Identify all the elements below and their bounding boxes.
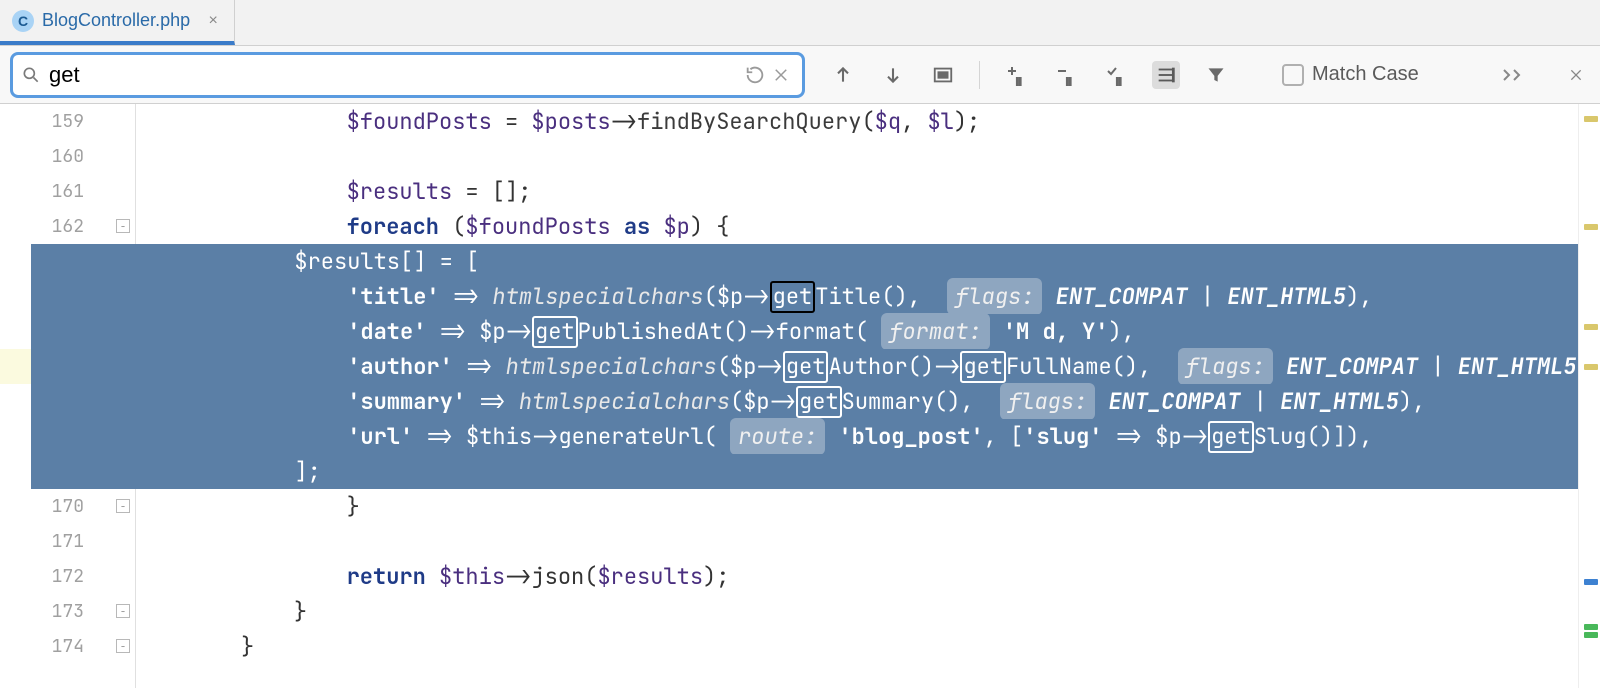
line-number: 159 bbox=[0, 104, 84, 139]
code-line[interactable]: 'date' => $p->getPublishedAt()->format( … bbox=[31, 314, 1578, 349]
in-selection-toggle[interactable] bbox=[1152, 61, 1180, 89]
stripe-marker[interactable] bbox=[1584, 116, 1598, 122]
line-number: 160 bbox=[0, 139, 84, 174]
code-line[interactable]: $results[] = [ bbox=[31, 244, 1578, 279]
code-line[interactable]: 'author' => htmlspecialchars($p->getAuth… bbox=[31, 349, 1578, 384]
tab-bar: C BlogController.php × bbox=[0, 0, 1600, 46]
stripe-marker[interactable] bbox=[1584, 224, 1598, 230]
code-line[interactable]: return $this->json($results); bbox=[136, 559, 1578, 594]
line-number: 170 bbox=[0, 489, 84, 524]
line-number: 172 bbox=[0, 559, 84, 594]
line-number: 162 bbox=[0, 209, 84, 244]
find-bar: II II II Match Case bbox=[0, 46, 1600, 104]
search-match: get bbox=[770, 281, 816, 313]
select-all-button[interactable]: II bbox=[1102, 61, 1130, 89]
match-case-checkbox[interactable] bbox=[1282, 64, 1304, 86]
line-number: 173 bbox=[0, 594, 84, 629]
svg-text:II: II bbox=[1016, 77, 1022, 87]
code-area[interactable]: $foundPosts = $posts->findBySearchQuery(… bbox=[136, 104, 1578, 688]
prev-match-button[interactable] bbox=[829, 61, 857, 89]
editor-tab[interactable]: C BlogController.php × bbox=[0, 0, 235, 45]
fold-toggle-icon[interactable]: − bbox=[116, 639, 130, 653]
line-number: 174 bbox=[0, 629, 84, 664]
code-line[interactable]: $foundPosts = $posts->findBySearchQuery(… bbox=[136, 104, 1578, 139]
stripe-marker[interactable] bbox=[1584, 364, 1598, 370]
code-line[interactable]: $results = []; bbox=[136, 174, 1578, 209]
stripe-marker[interactable] bbox=[1584, 632, 1598, 638]
select-all-occurrences-button[interactable] bbox=[929, 61, 957, 89]
stripe-marker[interactable] bbox=[1584, 624, 1598, 630]
fold-toggle-icon[interactable]: − bbox=[116, 219, 130, 233]
search-match: get bbox=[796, 386, 842, 418]
code-line[interactable] bbox=[136, 139, 1578, 174]
code-line[interactable]: 'summary' => htmlspecialchars($p->getSum… bbox=[31, 384, 1578, 419]
fold-toggle-icon[interactable]: − bbox=[116, 604, 130, 618]
fold-toggle-icon[interactable]: − bbox=[116, 499, 130, 513]
code-line[interactable]: 'title' => htmlspecialchars($p->getTitle… bbox=[31, 279, 1578, 314]
search-match: get bbox=[783, 351, 829, 383]
tab-label: BlogController.php bbox=[42, 10, 190, 31]
search-match: get bbox=[960, 351, 1006, 383]
search-match: get bbox=[1208, 421, 1254, 453]
match-case-label: Match Case bbox=[1312, 63, 1419, 86]
find-input[interactable] bbox=[49, 62, 742, 88]
search-icon[interactable] bbox=[21, 65, 41, 85]
line-number: 161 bbox=[0, 174, 84, 209]
svg-text:II: II bbox=[1116, 77, 1122, 87]
php-file-icon: C bbox=[12, 10, 34, 32]
add-selection-button[interactable]: II bbox=[1002, 61, 1030, 89]
more-options-button[interactable] bbox=[1500, 61, 1528, 89]
close-findbar-button[interactable] bbox=[1568, 67, 1584, 83]
code-line[interactable]: ]; bbox=[31, 454, 1578, 489]
code-line[interactable]: foreach ($foundPosts as $p) { bbox=[136, 209, 1578, 244]
code-line[interactable]: } bbox=[136, 629, 1578, 664]
match-case-option[interactable]: Match Case bbox=[1282, 63, 1419, 86]
svg-text:II: II bbox=[1066, 77, 1072, 87]
search-match: get bbox=[532, 316, 578, 348]
find-input-container bbox=[10, 52, 805, 98]
code-line[interactable]: } bbox=[136, 594, 1578, 629]
clear-query-icon[interactable] bbox=[768, 62, 794, 88]
markers-stripe[interactable] bbox=[1578, 104, 1600, 688]
stripe-marker[interactable] bbox=[1584, 324, 1598, 330]
editor[interactable]: 1591601611621631641651661671681691701711… bbox=[0, 104, 1600, 688]
next-match-button[interactable] bbox=[879, 61, 907, 89]
code-line[interactable]: } bbox=[136, 489, 1578, 524]
stripe-marker[interactable] bbox=[1584, 579, 1598, 585]
restore-query-icon[interactable] bbox=[742, 62, 768, 88]
find-toolbar: II II II Match Case bbox=[825, 61, 1590, 89]
code-line[interactable]: 'url' => $this->generateUrl( route: 'blo… bbox=[31, 419, 1578, 454]
remove-selection-button[interactable]: II bbox=[1052, 61, 1080, 89]
separator bbox=[979, 61, 980, 89]
line-number: 171 bbox=[0, 524, 84, 559]
code-line[interactable] bbox=[136, 524, 1578, 559]
close-tab-button[interactable]: × bbox=[204, 12, 222, 30]
filter-button[interactable] bbox=[1202, 61, 1230, 89]
